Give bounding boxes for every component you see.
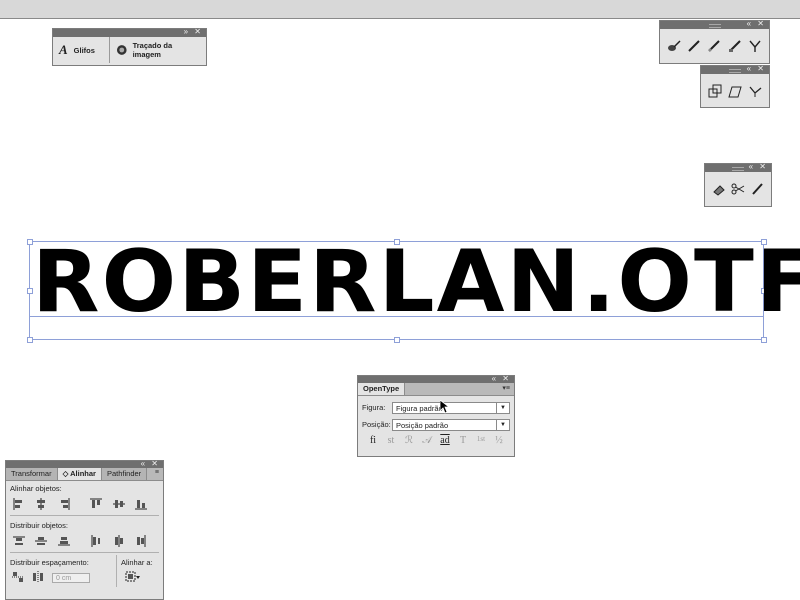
glyphs-icon: A [59,42,68,57]
smooth-icon[interactable] [705,37,723,55]
align-to-dropdown[interactable] [117,569,163,587]
pencil-icon[interactable] [685,37,703,55]
stylistic-alternates-icon[interactable]: ad [438,435,452,446]
panel-titlebar[interactable]: « ✕ [705,162,771,172]
path-eraser-icon[interactable] [726,37,744,55]
tab-pathfinder[interactable]: Pathfinder [101,468,148,480]
spacing-input[interactable]: 0 cm [52,573,90,583]
distribute-vertical-center-icon[interactable] [35,534,49,548]
chevron-down-icon: ▼ [496,402,509,413]
blob-brush-icon[interactable] [665,37,683,55]
align-left-icon[interactable] [12,497,26,511]
figure-value: Figura padrão [396,403,443,413]
distribute-horizontal-center-icon[interactable] [112,534,126,548]
distribute-spacing-label: Distribuir espaçamento: [10,558,89,567]
opentype-panel: « ✕ OpenType ▾≡ Figura: Figura padrão ▼ … [357,374,515,457]
horizontal-distribute-space-icon[interactable] [32,571,46,585]
fractions-icon[interactable]: ½ [492,435,506,446]
panel-controls[interactable]: « ✕ [747,19,766,28]
panel-controls[interactable]: » ✕ [184,27,203,36]
panel-titlebar[interactable]: « ✕ [6,459,163,468]
tab-opentype[interactable]: OpenType [358,383,406,395]
panel-titlebar[interactable]: « ✕ [701,64,769,74]
artwork-text[interactable]: ROBERLAN.OTF [32,239,800,325]
distribute-objects-label: Distribuir objetos: [10,521,68,530]
join-tool-icon[interactable] [746,37,764,55]
eraser-icon[interactable] [710,180,728,198]
selection-handle[interactable] [761,337,767,343]
panel-menu-icon[interactable]: ≡ [155,469,159,476]
tab-transform[interactable]: Transformar [6,468,58,480]
glyphs-label: Glifos [73,45,95,55]
panel-titlebar[interactable]: » ✕ [53,27,206,37]
transform-tools-panel: « ✕ [700,64,770,108]
reshape-icon[interactable] [746,82,764,100]
image-trace-label: Traçado da imagem [132,41,173,59]
mouse-cursor-icon [440,400,450,414]
scale-icon[interactable] [706,82,724,100]
panel-controls[interactable]: « ✕ [747,64,766,73]
knife-icon[interactable] [748,180,766,198]
panel-menu-icon[interactable]: ▾≡ [502,384,510,392]
swash-icon[interactable]: 𝒜 [420,435,434,446]
tab-align[interactable]: ◇ Alinhar [57,468,102,480]
panel-controls[interactable]: « ✕ [749,162,768,171]
scissors-icon[interactable] [729,180,747,198]
align-objects-label: Alinhar objetos: [10,484,62,493]
distribute-bottom-icon[interactable] [57,534,71,548]
panel-titlebar[interactable]: « ✕ [660,19,769,29]
figure-label: Figura: [362,403,386,412]
glyphs-button[interactable]: A Glifos [53,37,109,63]
panel-titlebar[interactable]: « ✕ [358,374,514,383]
position-select[interactable]: Posição padrão ▼ [392,418,510,431]
image-trace-icon [116,45,127,55]
distribute-top-icon[interactable] [12,534,26,548]
chevron-down-icon: ▼ [496,419,509,430]
eraser-tools-panel: « ✕ [704,162,772,207]
brush-tools-panel: « ✕ [659,19,770,64]
shear-icon[interactable] [726,82,744,100]
panel-controls[interactable]: « ✕ [492,374,511,383]
contextual-alternates-icon[interactable]: st [384,435,398,446]
align-to-label: Alinhar a: [121,558,153,567]
distribute-left-icon[interactable] [89,534,103,548]
panel-controls[interactable]: « ✕ [141,459,160,468]
image-trace-button[interactable]: Traçado da imagem [109,37,206,63]
figure-select[interactable]: Figura padrão ▼ [392,401,510,414]
selection-handle[interactable] [394,337,400,343]
position-value: Posição padrão [396,420,449,430]
ordinals-icon[interactable]: 1st [474,435,488,446]
position-label: Posição: [362,420,391,429]
align-to-selection-icon [125,571,140,582]
vertical-distribute-space-icon[interactable] [12,571,26,585]
distribute-right-icon[interactable] [134,534,148,548]
align-bottom-icon[interactable] [134,497,148,511]
align-right-icon[interactable] [57,497,71,511]
discretionary-ligatures-icon[interactable]: ℛ [402,435,416,446]
glyphs-trace-dock: » ✕ A Glifos Traçado da imagem [52,27,207,66]
ligatures-icon[interactable]: fi [366,435,380,446]
align-panel: « ✕ Transformar ◇ Alinhar Pathfinder ≡ A… [5,459,164,600]
titling-alternates-icon[interactable]: T [456,435,470,446]
selection-handle[interactable] [27,337,33,343]
align-top-icon[interactable] [89,497,103,511]
app-menubar [0,0,800,19]
align-vertical-center-icon[interactable] [112,497,126,511]
align-horizontal-center-icon[interactable] [35,497,49,511]
